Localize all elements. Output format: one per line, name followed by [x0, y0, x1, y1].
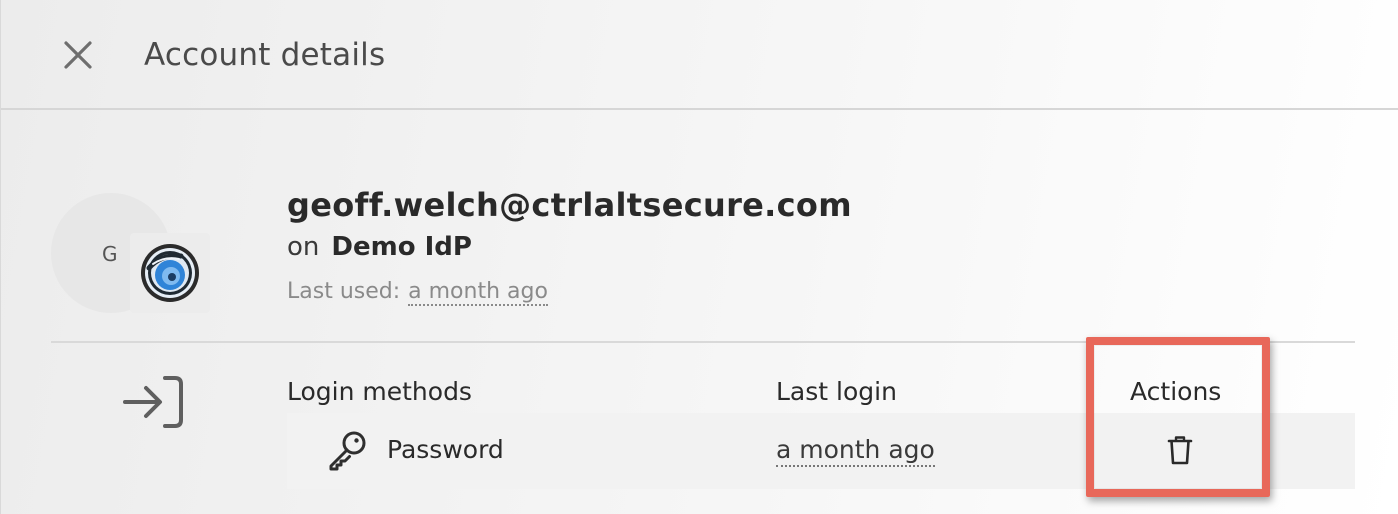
- idp-prefix: on: [287, 232, 320, 262]
- close-icon: [64, 41, 92, 69]
- key-icon: [329, 431, 366, 471]
- last-used-value[interactable]: a month ago: [408, 279, 548, 306]
- login-method-password: Password: [387, 435, 504, 464]
- account-details-panel: Account details G geoff.welch@ctrlaltsec…: [0, 0, 1398, 514]
- last-used: Last used: a month ago: [287, 277, 548, 307]
- last-login-time[interactable]: a month ago: [776, 435, 935, 467]
- idp-name: Demo IdP: [331, 232, 472, 262]
- panel-header: Account details: [1, 0, 1398, 110]
- avatar-initial: G: [102, 242, 118, 266]
- idp-logo: [130, 233, 210, 313]
- close-button[interactable]: [57, 34, 99, 76]
- account-email: geoff.welch@ctrlaltsecure.com: [287, 186, 852, 224]
- sign-in-icon: [123, 376, 183, 428]
- last-used-label: Last used:: [287, 279, 401, 304]
- idp-logo-icon: [141, 244, 199, 302]
- actions-highlight-box: [1086, 337, 1270, 497]
- page-title: Account details: [144, 37, 386, 73]
- last-login-value: a month ago: [776, 433, 935, 467]
- column-header-login-methods: Login methods: [287, 377, 472, 406]
- idp-line: on Demo IdP: [287, 230, 472, 264]
- column-header-last-login: Last login: [776, 377, 897, 406]
